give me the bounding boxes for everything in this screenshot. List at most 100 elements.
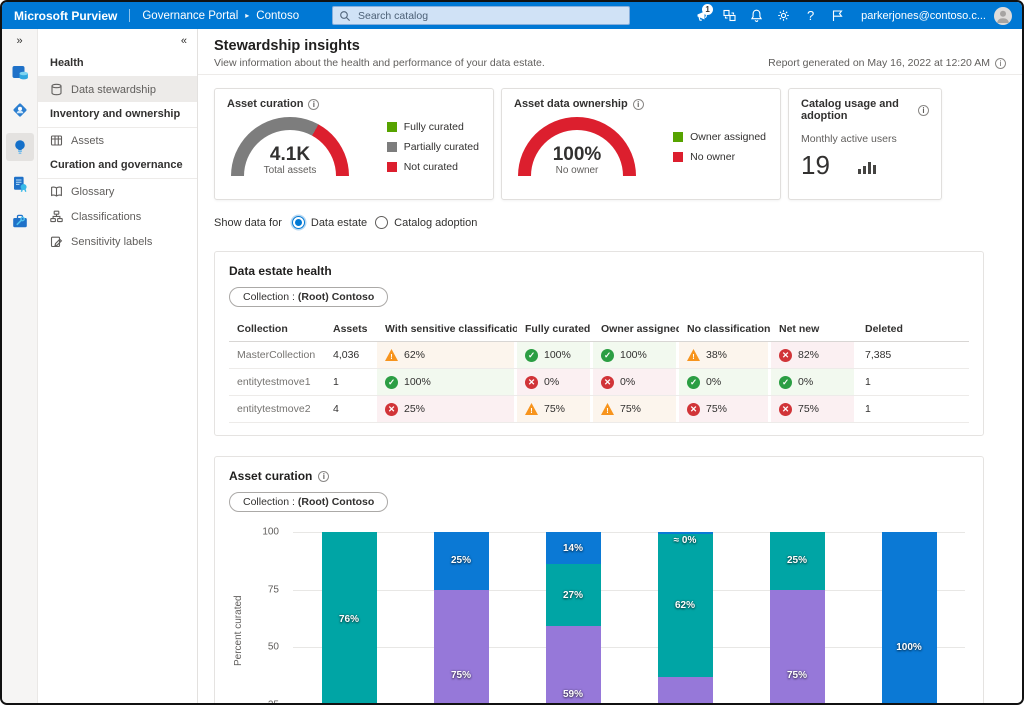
radio-label: Catalog adoption	[394, 217, 477, 229]
breadcrumb-tenant[interactable]: Contoso	[256, 10, 299, 22]
sidebar-item-classifications[interactable]: Classifications	[38, 204, 197, 229]
rail-expand-icon[interactable]: »	[16, 35, 22, 47]
radio-catalog-adoption[interactable]	[375, 216, 388, 229]
filler-cell	[915, 369, 969, 396]
bar-slot: 25%75%	[405, 532, 517, 703]
notifications-icon[interactable]	[743, 2, 770, 29]
main-content: Stewardship insights View information ab…	[198, 29, 1022, 703]
notification-badge: 1	[702, 4, 713, 15]
asset-curation-section-info-icon[interactable]	[318, 471, 329, 482]
legend-label: No owner	[690, 151, 735, 163]
success-icon: ✓	[525, 349, 538, 362]
switch-directory-icon[interactable]	[716, 2, 743, 29]
rail-management-icon[interactable]	[6, 207, 34, 235]
y-axis-tick: 100	[251, 527, 279, 538]
settings-icon[interactable]	[770, 2, 797, 29]
bar-segment: 75%	[770, 590, 825, 704]
error-icon: ✕	[687, 403, 700, 416]
status-value: 25%	[404, 403, 425, 415]
breadcrumb-portal[interactable]: Governance Portal	[142, 10, 238, 22]
rail-data-sources-icon[interactable]	[6, 59, 34, 87]
stacked-bar-5: 25% 75%	[770, 532, 825, 703]
collection-name-cell[interactable]: entitytestmove2	[229, 396, 325, 423]
status-cell-content: ! 75%	[517, 396, 590, 422]
sidebar-item-label: Sensitivity labels	[71, 236, 152, 248]
success-icon: ✓	[385, 376, 398, 389]
radio-option-catalog-adoption[interactable]: Catalog adoption	[375, 216, 477, 229]
status-cell-content: ✓100%	[377, 369, 514, 395]
status-cell: ✕0%	[593, 369, 679, 396]
data-estate-health-section: Data estate health Collection : (Root) C…	[214, 251, 984, 436]
sidebar-section-header: Curation and governance	[38, 153, 197, 179]
asset-data-ownership-info-icon[interactable]	[633, 99, 644, 110]
breadcrumb: Governance Portal ▸ Contoso	[142, 10, 299, 22]
collection-filter-pill[interactable]: Collection : (Root) Contoso	[229, 287, 388, 307]
asset-curation-card-title: Asset curation	[227, 98, 303, 110]
status-value: 0%	[620, 376, 635, 388]
collection-name-cell[interactable]: entitytestmove1	[229, 369, 325, 396]
status-cell: ✕ 25%	[377, 396, 517, 423]
monthly-active-users-label: Monthly active users	[801, 133, 929, 145]
report-info-icon[interactable]	[995, 58, 1006, 69]
table-row: entitytestmove11✓100%✕0%✕0%✓0%✓0%1	[229, 369, 969, 396]
status-value: 0%	[706, 376, 721, 388]
status-value: 75%	[544, 403, 565, 415]
sidebar-item-sensitivity-labels[interactable]: Sensitivity labels	[38, 229, 197, 254]
sidebar-item-label: Glossary	[71, 186, 114, 198]
asset-curation-info-icon[interactable]	[308, 99, 319, 110]
rail-data-policy-icon[interactable]	[6, 170, 34, 198]
no-owner-value: 100%	[518, 145, 636, 164]
legend-label: Owner assigned	[690, 131, 766, 143]
stacked-bar-2: 25%75%	[434, 532, 489, 703]
sidebar-section-header: Health	[38, 51, 197, 77]
status-cell-content: ✕ 25%	[377, 396, 514, 422]
status-cell-content: ✕0%	[517, 369, 590, 395]
bar-segment-label: 14%	[563, 543, 583, 554]
bar-slot: 14% 27% 59%	[517, 532, 629, 703]
radio-option-data-estate[interactable]: Data estate	[292, 216, 367, 229]
sidebar-item-data-stewardship[interactable]: Data stewardship	[38, 77, 197, 102]
total-assets-value: 4.1K	[231, 145, 349, 164]
asset-curation-gauge: 4.1K Total assets	[231, 117, 349, 177]
bar-segment-label: 62%	[675, 600, 695, 611]
stacked-bar-1: 76%	[322, 532, 377, 703]
bar-segment-label: 27%	[563, 590, 583, 601]
asset-curation-legend: Fully curatedPartially curatedNot curate…	[387, 121, 479, 173]
filler-cell	[915, 396, 969, 423]
sidebar-item-glossary[interactable]: Glossary	[38, 179, 197, 204]
collection-name-cell[interactable]: MasterCollection	[229, 342, 325, 369]
rail-data-map-icon[interactable]	[6, 96, 34, 124]
status-value: 62%	[404, 349, 425, 361]
asset-curation-section-title: Asset curation	[229, 469, 312, 483]
rail-insights-icon[interactable]	[6, 133, 34, 161]
legend-item: Owner assigned	[673, 131, 766, 143]
catalog-usage-info-icon[interactable]	[918, 105, 929, 116]
bar-segment-label: 25%	[787, 555, 807, 566]
stacked-bar-6: 100%	[882, 532, 937, 703]
column-header: Collection	[229, 317, 325, 342]
sidebar-item-assets[interactable]: Assets	[38, 128, 197, 153]
sidebar-collapse-icon[interactable]: «	[181, 35, 187, 47]
legend-swatch	[673, 152, 683, 162]
collection-filter-pill[interactable]: Collection : (Root) Contoso	[229, 492, 388, 512]
app-brand[interactable]: Microsoft Purview	[14, 9, 117, 23]
radio-data-estate[interactable]	[292, 216, 305, 229]
account-email[interactable]: parkerjones@contoso.c...	[861, 10, 986, 22]
collection-filter-value: (Root) Contoso	[298, 291, 374, 303]
sidebar-item-label: Assets	[71, 135, 104, 147]
bar-segment-label: 25%	[451, 555, 471, 566]
feedback-icon[interactable]	[824, 2, 851, 29]
whats-new-icon[interactable]: 1	[689, 2, 716, 29]
deleted-count-cell: 7,385	[857, 342, 915, 369]
monthly-active-users-value: 19	[801, 152, 830, 178]
error-icon: ✕	[385, 403, 398, 416]
help-icon[interactable]	[797, 2, 824, 29]
warning-icon: !	[525, 403, 538, 415]
y-axis-tick: 50	[251, 642, 279, 653]
search-box[interactable]	[332, 6, 630, 25]
search-input[interactable]	[356, 9, 623, 23]
bar-segment-label: 59%	[563, 689, 583, 700]
topbar-actions: 1 parkerjones@contoso.c...	[689, 2, 1014, 29]
avatar[interactable]	[994, 7, 1012, 25]
show-data-for-filter: Show data for Data estateCatalog adoptio…	[214, 216, 1006, 229]
